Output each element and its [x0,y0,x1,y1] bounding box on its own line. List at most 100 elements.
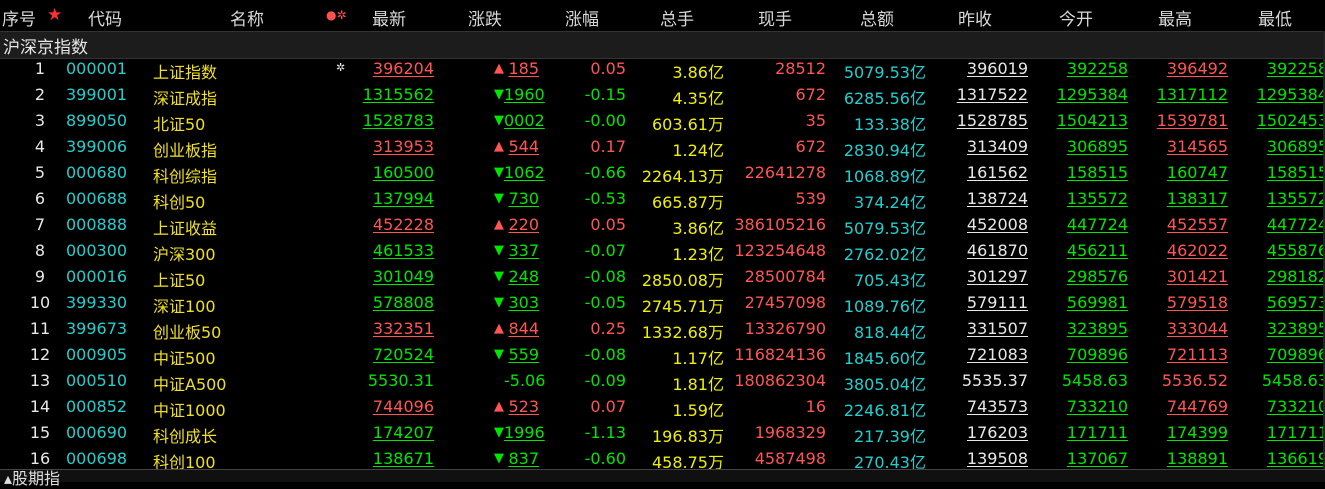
row-pct: -0.09 [584,371,626,390]
row-volume: 2264.13万 [640,163,724,187]
row-amount-value: 2246.81 [843,401,910,420]
row-volume-value: 2745.71 [641,297,708,316]
row-volume: 2850.08万 [640,267,724,291]
header-change[interactable]: 涨跌 [468,5,502,30]
row-high: 462022 [1166,241,1228,260]
row-volume-unit: 万 [707,193,724,212]
row-open: 709896 [1066,345,1128,364]
row-amount-value: 5079.53 [843,63,910,82]
table-row[interactable]: 5 000680 科创综指 160500 ▼ 1062 -0.66 2264.13万 22641… [0,161,1325,187]
arrow-icon: ▼ [494,269,504,284]
row-volume-unit: 亿 [707,349,724,368]
table-row[interactable]: 8 000300 沪深300 461533 ▼ 337 -0.07 1.23亿 12325464… [0,239,1325,265]
row-volume: 1332.68万 [640,319,724,343]
row-volume: 3.86亿 [640,59,724,83]
row-high: 452557 [1166,215,1228,234]
header-now[interactable]: 现手 [758,5,792,30]
table-row[interactable]: 4 399006 创业板指 313953 ▲ 544 0.17 1.24亿 672 2830.94… [0,135,1325,161]
table-row[interactable]: 14 000852 中证1000 744096 ▲ 523 0.07 1.59亿 16 2246.… [0,395,1325,421]
table-row[interactable]: 10 399330 深证100 578808 ▼ 303 -0.05 2745.71万 2745… [0,291,1325,317]
row-name: 创业板指 [153,141,218,160]
table-row[interactable]: 2 399001 深证成指 1315562 ▼ 1960 -0.15 4.35亿 672 6285… [0,83,1325,109]
row-now: 35 [805,111,826,130]
row-low: 323895 [1266,319,1325,338]
row-code: 000698 [66,449,128,468]
row-amount-value: 1845.60 [843,349,910,368]
row-seq: 8 [34,241,46,260]
row-amount-unit: 亿 [909,245,926,264]
row-prev: 161562 [966,163,1028,182]
row-now: 4587498 [754,449,826,468]
arrow-icon: ▲ [494,139,504,154]
row-open: 171711 [1066,423,1128,442]
header-pct[interactable]: 涨幅 [565,5,599,30]
row-name: 上证收益 [153,219,218,238]
dot-gear-icon[interactable]: ●✲ [326,8,347,22]
row-volume: 603.61万 [640,111,724,135]
row-code: 000016 [66,267,128,286]
row-amount-value: 374.24 [854,193,910,212]
row-volume-value: 3.86 [672,63,708,82]
table-row[interactable]: 13 000510 中证A500 5530.31 -5.06 -0.09 1.81亿 1808… [0,369,1325,395]
row-prev: 176203 [966,423,1028,442]
row-amount: 374.24亿 [834,189,926,213]
table-row[interactable]: 7 000888 上证收益 452228 ▲ 220 0.05 3.86亿 386105216 5… [0,213,1325,239]
header-low[interactable]: 最低 [1258,5,1292,30]
header-code[interactable]: 代码 [88,5,122,30]
row-pct: -1.13 [584,423,626,442]
header-open[interactable]: 今开 [1059,5,1093,30]
row-volume-value: 4.35 [672,89,708,108]
header-volume[interactable]: 总手 [660,5,694,30]
arrow-icon: ▼ [494,113,504,128]
header-name[interactable]: 名称 [230,5,264,30]
row-amount-unit: 亿 [909,141,926,160]
row-change: 559 [508,345,539,364]
row-seq: 2 [34,85,46,104]
row-code: 000510 [66,371,128,390]
next-section-header[interactable]: ▴股期指 [0,469,1325,488]
table-row[interactable]: 6 000688 科创50 137994 ▼ 730 -0.53 665.87万 539 374.… [0,187,1325,213]
row-now: 28512 [775,59,826,78]
arrow-icon: ▼ [494,191,504,206]
row-code: 000680 [66,163,128,182]
row-volume-unit: 万 [707,115,724,134]
section-header[interactable]: 沪深京指数 [0,31,1325,59]
section-title: 沪深京指数 [3,38,88,58]
row-open: 392258 [1066,59,1128,78]
header-latest[interactable]: 最新 [372,5,406,30]
row-volume: 3.86亿 [640,215,724,239]
row-now: 539 [795,189,826,208]
row-high: 579518 [1166,293,1228,312]
row-volume: 2745.71万 [640,293,724,317]
table-row[interactable]: 15 000690 科创成长 174207 ▼ 1996 -1.13 196.83万 19683… [0,421,1325,447]
row-low: 158515 [1266,163,1325,182]
row-high: 138891 [1166,449,1228,468]
row-pct: -0.07 [584,241,626,260]
table-row[interactable]: 9 000016 上证50 301049 ▼ 248 -0.08 2850.08万 285007… [0,265,1325,291]
row-seq: 5 [34,163,46,182]
row-open: 569981 [1066,293,1128,312]
row-code: 000888 [66,215,128,234]
table-row[interactable]: 3 899050 北证50 1528783 ▼ 0002 -0.00 603.61万 35 133… [0,109,1325,135]
header-high[interactable]: 最高 [1158,5,1192,30]
row-low: 733210 [1266,397,1325,416]
header-seq[interactable]: 序号 [2,5,36,30]
header-amount[interactable]: 总额 [860,5,894,30]
row-latest: 160500 [372,163,434,182]
star-icon[interactable]: ★ [47,5,62,25]
row-amount-unit: 亿 [909,349,926,368]
row-low: 298182 [1266,267,1325,286]
header-prev[interactable]: 昨收 [958,5,992,30]
row-amount-value: 1068.89 [843,167,910,186]
table-row[interactable]: 11 399673 创业板50 332351 ▲ 844 0.25 1332.68万 13326… [0,317,1325,343]
arrow-icon: ▼ [494,425,504,440]
row-open: 306895 [1066,137,1128,156]
table-row[interactable]: 12 000905 中证500 720524 ▼ 559 -0.08 1.17亿 1168241… [0,343,1325,369]
row-prev: 743573 [966,397,1028,416]
row-open: 447724 [1066,215,1128,234]
table-row[interactable]: 1 000001 上证指数 ✲ 396204 ▲ 185 0.05 3.86亿 28512 5079… [0,57,1325,83]
row-prev: 396019 [966,59,1028,78]
row-volume-value: 3.86 [672,219,708,238]
row-volume: 1.17亿 [640,345,724,369]
row-low: 1295384 [1256,85,1325,104]
